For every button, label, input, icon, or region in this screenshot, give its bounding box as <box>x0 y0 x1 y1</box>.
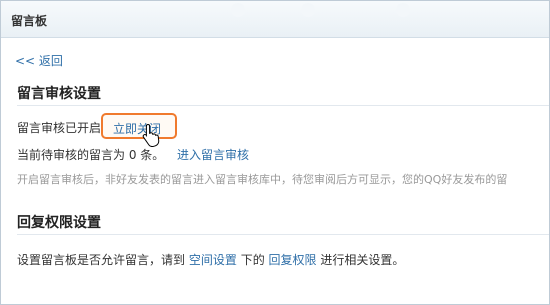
reply-heading: 回复权限设置 <box>17 215 101 231</box>
title-bar: 留言板 <box>1 1 549 38</box>
decorative-dot <box>301 3 315 17</box>
close-now-highlight: 立即关闭 <box>101 113 177 139</box>
back-link[interactable]: << 返回 <box>15 52 63 69</box>
moderation-heading: 留言审核设置 <box>17 86 101 102</box>
reply-desc-mid: 下的 <box>240 253 265 267</box>
decorative-dot <box>396 3 410 17</box>
hand-pointer-icon <box>142 123 160 147</box>
moderation-hint: 开启留言审核后，非好友发表的留言进入留言审核库中，待您审阅后方可显示，您的QQ好… <box>17 173 508 186</box>
reply-description: 设置留言板是否允许留言，请到 空间设置 下的 回复权限 进行相关设置。 <box>17 251 404 268</box>
reply-permission-link[interactable]: 回复权限 <box>269 253 317 267</box>
enter-review-link[interactable]: 进入留言审核 <box>177 146 249 163</box>
panel-title: 留言板 <box>11 14 48 28</box>
space-settings-link[interactable]: 空间设置 <box>189 253 237 267</box>
divider <box>17 105 549 106</box>
reply-desc-prefix: 设置留言板是否允许留言，请到 <box>17 253 186 267</box>
message-board-panel: 留言板 << 返回 留言审核设置 留言审核已开启 立即关闭 当前待审核的留言为 … <box>0 0 550 305</box>
decorative-dot <box>231 3 245 17</box>
pending-count: 当前待审核的留言为 0 条。 <box>17 148 165 162</box>
moderation-status: 留言审核已开启 <box>17 121 102 135</box>
reply-desc-suffix: 进行相关设置。 <box>320 253 405 267</box>
divider <box>17 234 549 235</box>
